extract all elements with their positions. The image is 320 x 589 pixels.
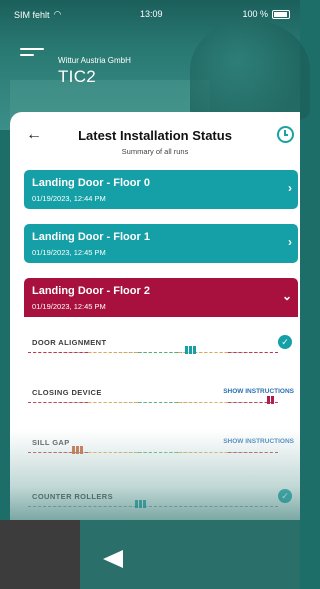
run-date: 01/19/2023, 12:45 PM <box>32 248 106 257</box>
tolerance-scale <box>28 452 278 453</box>
tolerance-scale <box>28 402 278 403</box>
history-clock-icon[interactable] <box>277 126 294 143</box>
check-sill-gap: SILL GAP SHOW INSTRUCTIONS <box>24 430 298 474</box>
check-ok-icon: ✓ <box>278 489 292 503</box>
battery-percent: 100 % <box>242 9 268 19</box>
bottom-left-shadow <box>0 520 80 589</box>
site-name: TIC2 <box>58 67 97 86</box>
hamburger-menu-icon[interactable] <box>20 48 44 62</box>
measurement-marker <box>267 396 274 404</box>
run-title: Landing Door - Floor 2 <box>32 285 150 297</box>
chevron-right-icon: › <box>288 235 292 249</box>
measurement-marker <box>72 446 83 454</box>
page-title: Latest Installation Status <box>78 128 232 143</box>
chevron-right-icon: › <box>288 181 292 195</box>
company-name: Wittur Austria GmbH <box>58 56 131 65</box>
chevron-down-icon: ⌄ <box>281 289 292 303</box>
check-label: CLOSING DEVICE <box>32 388 102 397</box>
measurement-marker <box>184 346 196 354</box>
check-ok-icon: ✓ <box>278 335 292 349</box>
battery-icon <box>272 9 290 19</box>
run-date: 01/19/2023, 12:44 PM <box>32 194 106 203</box>
show-instructions-link[interactable]: SHOW INSTRUCTIONS <box>223 438 294 445</box>
tolerance-scale <box>28 352 278 353</box>
run-title: Landing Door - Floor 1 <box>32 231 150 243</box>
back-triangle-icon[interactable] <box>103 550 123 568</box>
run-card-floor-1[interactable]: Landing Door - Floor 1 01/19/2023, 12:45… <box>24 224 298 263</box>
check-label: SILL GAP <box>32 438 70 447</box>
status-bar: SIM fehlt ◠ 13:09 100 % <box>0 0 300 26</box>
tolerance-scale <box>28 506 278 507</box>
show-instructions-link[interactable]: SHOW INSTRUCTIONS <box>223 388 294 395</box>
run-card-floor-2[interactable]: Landing Door - Floor 2 01/19/2023, 12:45… <box>24 278 298 317</box>
check-label: DOOR ALIGNMENT <box>32 338 107 347</box>
header-tree-image <box>190 20 310 120</box>
clock-time: 13:09 <box>140 9 163 19</box>
check-door-alignment: DOOR ALIGNMENT ✓ <box>24 330 298 374</box>
check-label: COUNTER ROLLERS <box>32 492 113 501</box>
run-date: 01/19/2023, 12:45 PM <box>32 302 106 311</box>
installation-status-sheet: ← Latest Installation Status Summary of … <box>10 112 300 542</box>
check-closing-device: CLOSING DEVICE SHOW INSTRUCTIONS <box>24 380 298 424</box>
wifi-icon: ◠ <box>53 9 62 19</box>
carrier-text: SIM fehlt <box>14 9 50 20</box>
run-card-floor-0[interactable]: Landing Door - Floor 0 01/19/2023, 12:44… <box>24 170 298 209</box>
run-title: Landing Door - Floor 0 <box>32 177 150 189</box>
page-subtitle: Summary of all runs <box>121 147 189 156</box>
measurement-marker <box>134 500 146 508</box>
